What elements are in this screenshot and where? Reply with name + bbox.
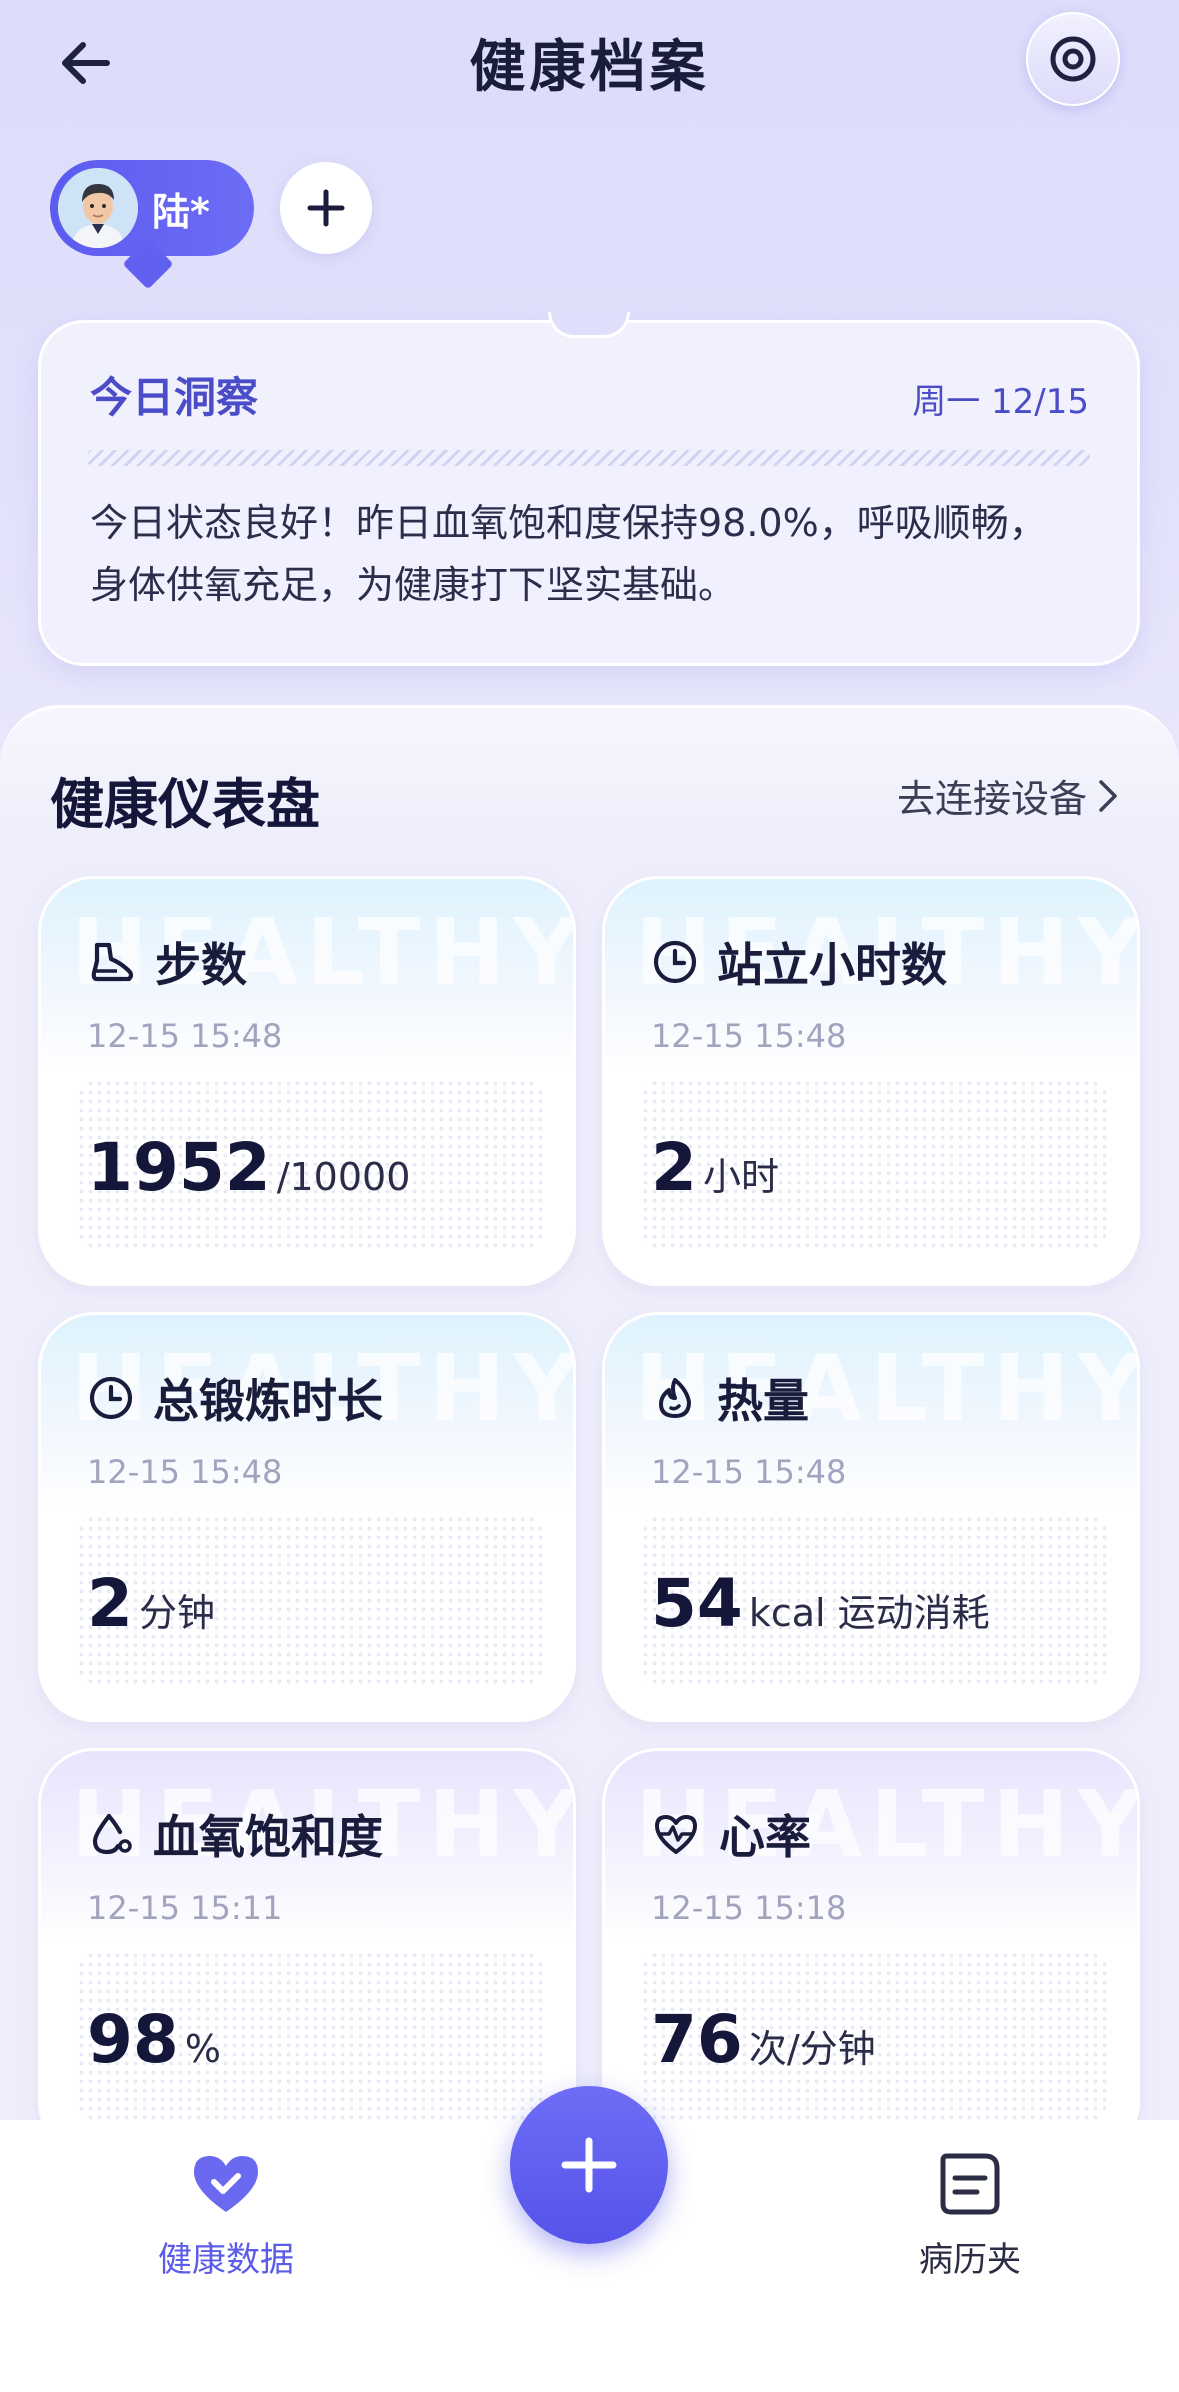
insight-card-notch (548, 312, 630, 338)
plus-icon (561, 2137, 617, 2193)
card-title: 心率 (719, 1810, 811, 1864)
card-title: 热量 (717, 1374, 809, 1428)
plus-icon (307, 189, 345, 227)
blood-oxygen-card[interactable]: HEALTHY 血氧饱和度 12-15 15:11 98 % (38, 1748, 576, 2158)
nav-health-data[interactable]: 健康数据 (96, 2152, 356, 2281)
profile-chip-pointer (122, 238, 174, 290)
dashboard-title: 健康仪表盘 (50, 773, 320, 836)
card-value: 76 (651, 2001, 743, 2078)
calories-card[interactable]: HEALTHY 热量 12-15 15:48 54 kcal 运动消耗 (602, 1312, 1140, 1722)
insight-divider (88, 450, 1090, 466)
card-value: 2 (87, 1565, 133, 1642)
profile-name: 陆* (152, 189, 210, 234)
shoe-icon (91, 942, 134, 982)
page-title: 健康档案 (469, 35, 710, 100)
card-unit: % (184, 2027, 221, 2071)
header: 健康档案 (0, 0, 1179, 130)
standing-hours-card[interactable]: HEALTHY 站立小时数 12-15 15:48 2 小时 (602, 876, 1140, 1286)
card-timestamp: 12-15 15:48 (87, 1453, 283, 1491)
card-timestamp: 12-15 15:48 (87, 1017, 283, 1055)
heart-rate-card[interactable]: HEALTHY 心率 12-15 15:18 76 次/分钟 (602, 1748, 1140, 2158)
card-value: 54 (651, 1565, 743, 1642)
insight-text: 今日状态良好！昨日血氧饱和度保持98.0%，呼吸顺畅，身体供氧充足，为健康打下坚… (90, 501, 1047, 607)
connect-device-label: 去连接设备 (896, 777, 1087, 821)
add-profile-button[interactable] (280, 162, 372, 254)
target-settings-icon (1050, 36, 1096, 82)
insight-date: 周一 12/15 (912, 382, 1089, 422)
nav-records-label: 病历夹 (919, 2240, 1021, 2280)
card-unit: 小时 (702, 1155, 779, 1199)
clock-icon (89, 1376, 133, 1420)
card-unit: 次/分钟 (748, 2027, 876, 2071)
folder-document-icon (940, 2153, 1000, 2215)
card-timestamp: 12-15 15:11 (87, 1889, 283, 1927)
card-title: 站立小时数 (717, 938, 947, 992)
chevron-right-icon (1099, 779, 1117, 812)
avatar (58, 168, 138, 248)
nav-records[interactable]: 病历夹 (840, 2152, 1100, 2281)
card-timestamp: 12-15 15:48 (651, 1453, 847, 1491)
steps-card[interactable]: HEALTHY 步数 12-15 15:48 1952 /10000 (38, 876, 576, 1286)
heart-pulse-icon (655, 1815, 697, 1854)
settings-button[interactable] (1026, 12, 1120, 106)
exercise-duration-card[interactable]: HEALTHY 总锻炼时长 12-15 15:48 2 分钟 (38, 1312, 576, 1722)
card-value: 98 (87, 2001, 179, 2078)
card-timestamp: 12-15 15:18 (651, 1889, 847, 1927)
flame-icon (659, 1378, 691, 1418)
card-timestamp: 12-15 15:48 (651, 1017, 847, 1055)
clock-icon (653, 940, 697, 984)
card-title: 血氧饱和度 (153, 1810, 383, 1864)
heart-check-icon (194, 2156, 258, 2212)
card-title: 步数 (155, 938, 247, 992)
insight-title: 今日洞察 (90, 373, 259, 422)
card-unit: /10000 (276, 1155, 411, 1199)
card-title: 总锻炼时长 (153, 1374, 383, 1428)
card-value: 1952 (87, 1129, 271, 1206)
drop-icon (92, 1813, 132, 1855)
add-record-button[interactable] (510, 2086, 668, 2244)
nav-health-data-label: 健康数据 (158, 2240, 294, 2280)
card-unit: 分钟 (138, 1591, 215, 1635)
card-value: 2 (651, 1129, 697, 1206)
connect-device-link[interactable]: 去连接设备 (897, 768, 1119, 823)
card-unit: kcal 运动消耗 (748, 1591, 990, 1635)
profile-chip[interactable]: 陆* (50, 160, 254, 290)
